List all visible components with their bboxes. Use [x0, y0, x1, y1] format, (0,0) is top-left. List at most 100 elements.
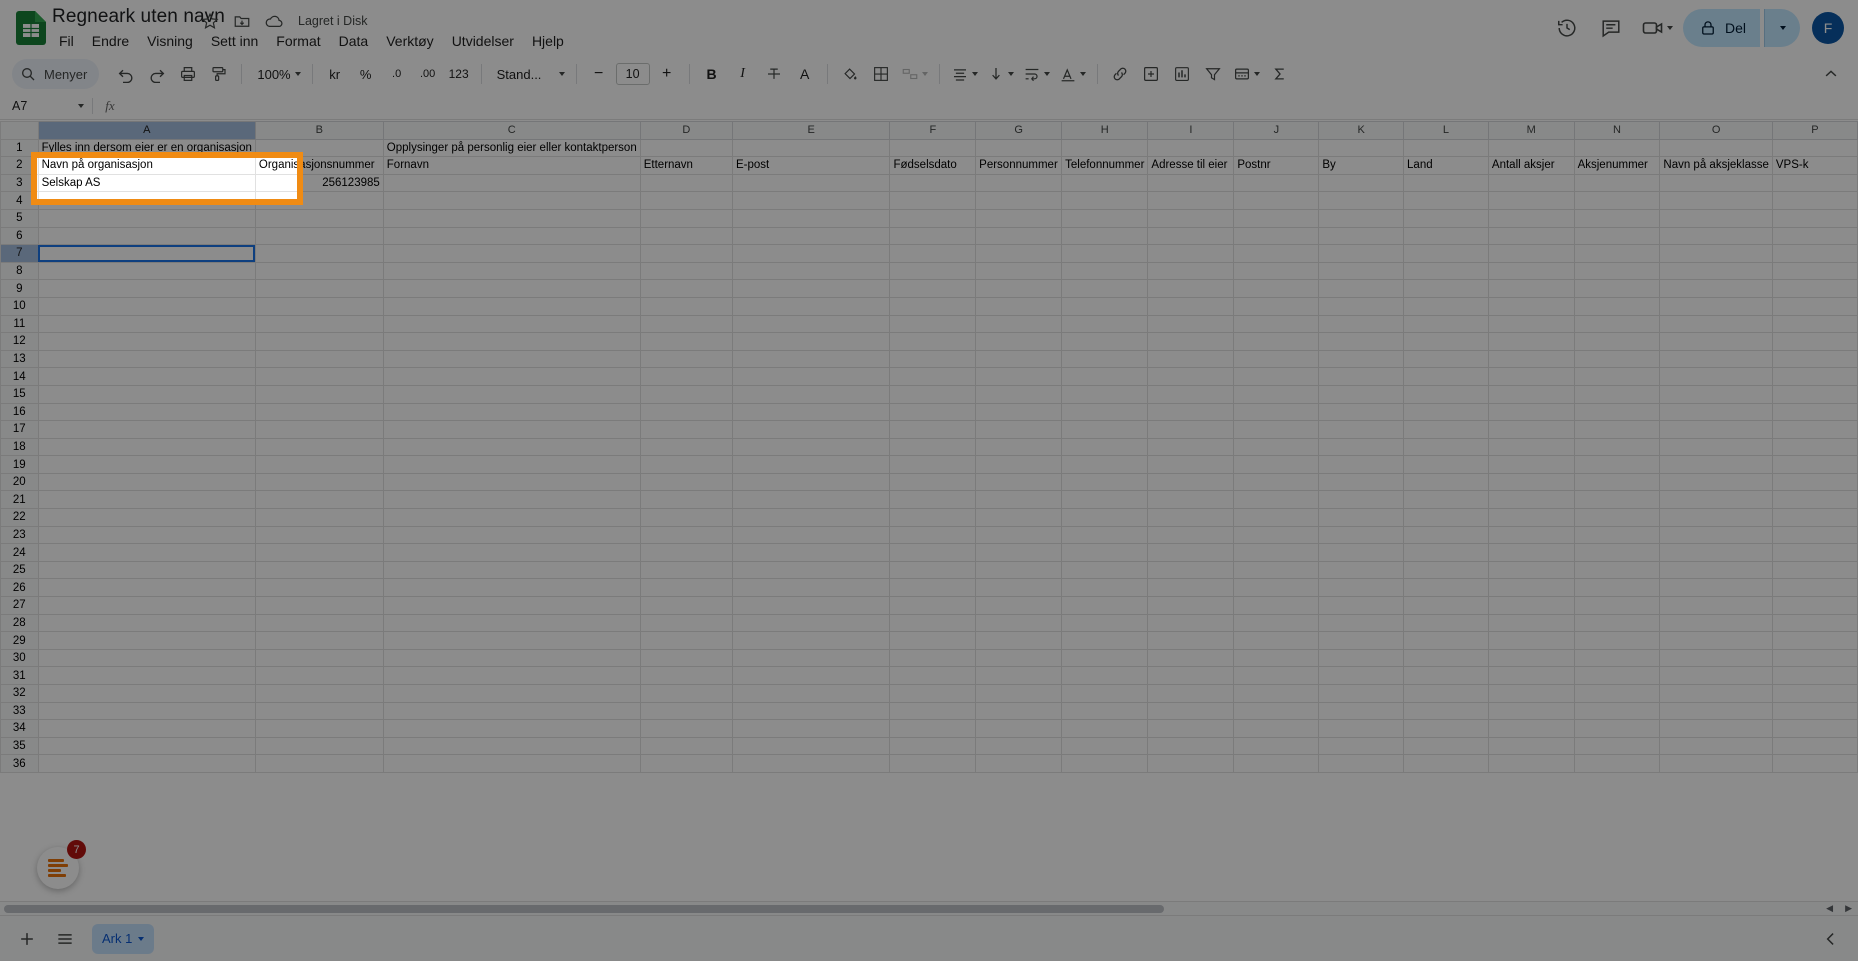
cell-n21[interactable] — [1573, 490, 1661, 510]
cell-e13[interactable] — [731, 349, 891, 369]
cell-j5[interactable] — [1233, 208, 1320, 228]
cell-a33[interactable] — [37, 701, 256, 721]
cell-a21[interactable] — [37, 490, 256, 510]
cell-m11[interactable] — [1487, 314, 1575, 334]
cell-c36[interactable] — [382, 754, 641, 773]
cell-b29[interactable] — [254, 631, 384, 650]
cell-j3[interactable] — [1233, 173, 1320, 193]
cell-k7[interactable] — [1318, 244, 1405, 263]
cell-h28[interactable] — [1061, 613, 1149, 633]
cell-m20[interactable] — [1487, 472, 1575, 492]
cell-d30[interactable] — [639, 648, 733, 668]
cell-l2[interactable]: Land — [1403, 156, 1489, 175]
cell-a26[interactable] — [37, 578, 256, 598]
cell-f34[interactable] — [889, 719, 977, 738]
row-header-9[interactable]: 9 — [0, 279, 39, 298]
column-header-b[interactable]: B — [254, 121, 384, 140]
cell-f26[interactable] — [889, 578, 977, 598]
cell-m34[interactable] — [1487, 719, 1575, 738]
cell-l21[interactable] — [1403, 490, 1489, 510]
cell-h25[interactable] — [1061, 560, 1149, 580]
all-sheets-button[interactable] — [48, 922, 82, 956]
cell-f25[interactable] — [889, 560, 977, 580]
cell-i25[interactable] — [1147, 560, 1235, 580]
cell-l29[interactable] — [1403, 631, 1489, 650]
zoom-selector[interactable]: 100% — [249, 59, 304, 89]
cell-k22[interactable] — [1318, 508, 1405, 527]
cell-n26[interactable] — [1573, 578, 1661, 598]
cell-c17[interactable] — [382, 420, 641, 439]
cell-g14[interactable] — [975, 367, 1063, 386]
cell-j12[interactable] — [1233, 332, 1320, 351]
cell-g11[interactable] — [975, 314, 1063, 334]
cell-h31[interactable] — [1061, 666, 1149, 685]
cell-p27[interactable] — [1771, 596, 1858, 615]
strikethrough-button[interactable] — [759, 59, 789, 89]
row-header-11[interactable]: 11 — [0, 314, 39, 334]
cell-g5[interactable] — [975, 208, 1063, 228]
cell-d19[interactable] — [639, 455, 733, 474]
cell-p28[interactable] — [1771, 613, 1858, 633]
cell-j29[interactable] — [1233, 631, 1320, 650]
cell-b32[interactable] — [254, 684, 384, 703]
cell-c28[interactable] — [382, 613, 641, 633]
cell-m32[interactable] — [1487, 684, 1575, 703]
cell-b26[interactable] — [254, 578, 384, 598]
cell-n24[interactable] — [1573, 543, 1661, 562]
column-header-n[interactable]: N — [1573, 121, 1661, 140]
cell-p1[interactable] — [1771, 138, 1858, 158]
cell-h9[interactable] — [1061, 279, 1149, 298]
cell-e1[interactable] — [731, 138, 891, 158]
cell-f36[interactable] — [889, 754, 977, 773]
cell-l32[interactable] — [1403, 684, 1489, 703]
cell-p15[interactable] — [1771, 384, 1858, 404]
cell-h15[interactable] — [1061, 384, 1149, 404]
cell-g16[interactable] — [975, 402, 1063, 422]
cell-j21[interactable] — [1233, 490, 1320, 510]
cell-g13[interactable] — [975, 349, 1063, 369]
cell-a14[interactable] — [37, 367, 256, 386]
cell-j8[interactable] — [1233, 261, 1320, 281]
cell-e26[interactable] — [731, 578, 891, 598]
cell-p12[interactable] — [1771, 332, 1858, 351]
cell-f6[interactable] — [889, 226, 977, 246]
cell-b20[interactable] — [254, 472, 384, 492]
cell-d7[interactable] — [639, 244, 733, 263]
cell-b8[interactable] — [254, 261, 384, 281]
cell-h20[interactable] — [1061, 472, 1149, 492]
cell-b11[interactable] — [254, 314, 384, 334]
star-icon[interactable] — [200, 11, 220, 31]
cell-o11[interactable] — [1659, 314, 1773, 334]
cell-g2[interactable]: Personnummer — [975, 156, 1063, 175]
cloud-saved-icon[interactable] — [264, 11, 284, 31]
cell-i7[interactable] — [1147, 244, 1235, 263]
cell-k34[interactable] — [1318, 719, 1405, 738]
column-header-i[interactable]: I — [1147, 121, 1235, 140]
cell-p24[interactable] — [1771, 543, 1858, 562]
cell-d28[interactable] — [639, 613, 733, 633]
text-color-button[interactable]: A — [790, 59, 820, 89]
cell-a20[interactable] — [37, 472, 256, 492]
cell-m27[interactable] — [1487, 596, 1575, 615]
sum-button[interactable] — [1265, 59, 1295, 89]
cell-i6[interactable] — [1147, 226, 1235, 246]
row-header-14[interactable]: 14 — [0, 367, 39, 386]
cell-h23[interactable] — [1061, 525, 1149, 545]
cell-n17[interactable] — [1573, 420, 1661, 439]
cell-f27[interactable] — [889, 596, 977, 615]
cell-l34[interactable] — [1403, 719, 1489, 738]
scroll-left-arrow[interactable]: ◀ — [1820, 903, 1839, 914]
cell-d17[interactable] — [639, 420, 733, 439]
font-size-increase-button[interactable]: + — [652, 59, 682, 89]
cell-d29[interactable] — [639, 631, 733, 650]
cell-o10[interactable] — [1659, 296, 1773, 316]
cell-p13[interactable] — [1771, 349, 1858, 369]
cell-k21[interactable] — [1318, 490, 1405, 510]
cell-i33[interactable] — [1147, 701, 1235, 721]
cell-f1[interactable] — [889, 138, 977, 158]
cell-l25[interactable] — [1403, 560, 1489, 580]
cell-k4[interactable] — [1318, 191, 1405, 210]
cell-p14[interactable] — [1771, 367, 1858, 386]
row-header-24[interactable]: 24 — [0, 543, 39, 562]
cell-h7[interactable] — [1061, 244, 1149, 263]
